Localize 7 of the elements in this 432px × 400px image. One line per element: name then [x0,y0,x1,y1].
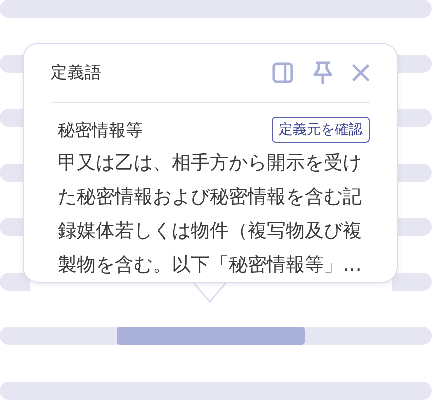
close-icon[interactable] [352,64,370,82]
pin-icon[interactable] [312,61,334,85]
popover-title: 定義語 [51,62,103,84]
definition-text: 甲又は乙は、相手方から開示を受けた秘密情報および秘密情報を含む記録媒体若しくは物件（複写物及び複製物を含む。以下「秘密情報等」… [58,151,363,278]
term-label: 秘密情報等 [58,120,143,142]
side-panel-icon[interactable] [272,62,294,84]
view-source-button[interactable]: 定義元を確認 [272,117,370,143]
